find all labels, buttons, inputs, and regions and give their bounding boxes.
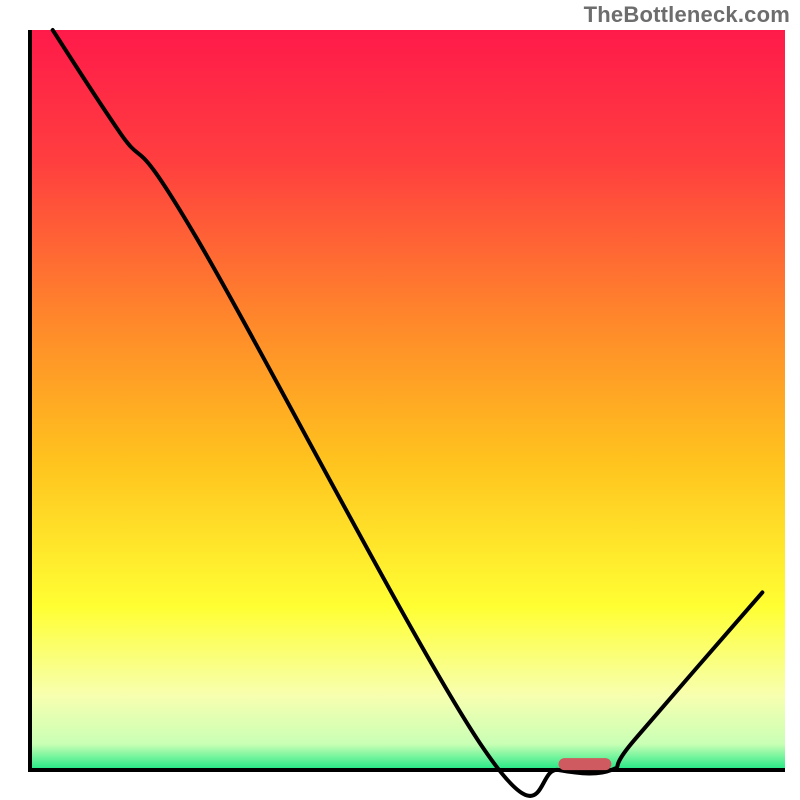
plot-gradient-background bbox=[30, 30, 785, 770]
watermark-text: TheBottleneck.com bbox=[584, 2, 790, 28]
optimal-zone-marker bbox=[559, 758, 612, 770]
chart-container: TheBottleneck.com bbox=[0, 0, 800, 800]
bottleneck-chart bbox=[0, 0, 800, 800]
